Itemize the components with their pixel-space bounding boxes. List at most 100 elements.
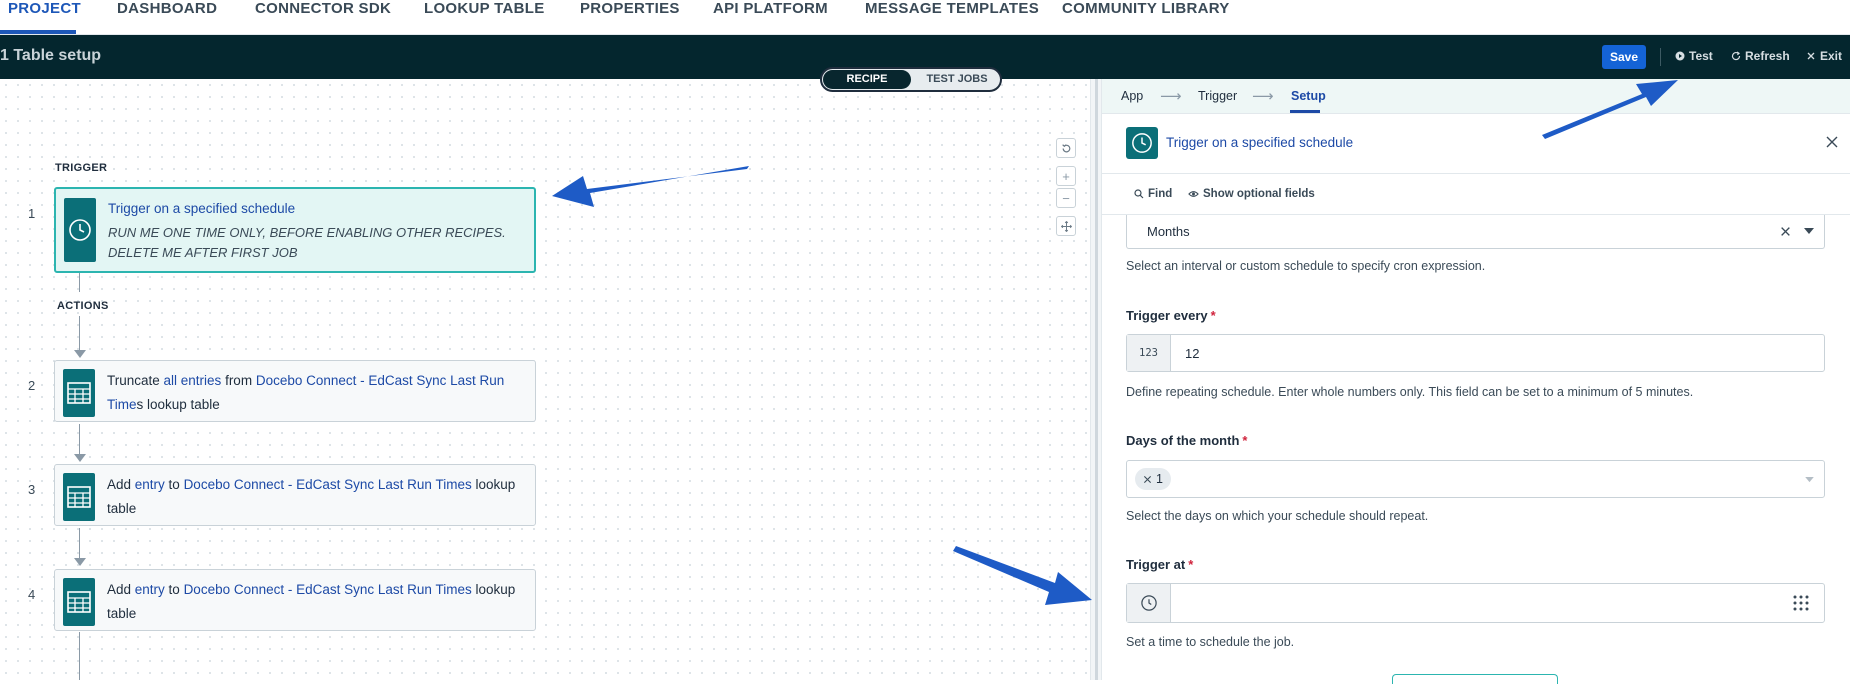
arrow-right-icon: ⟶ <box>1252 88 1274 105</box>
clock-icon <box>1126 127 1158 159</box>
test-button[interactable]: Test <box>1675 49 1713 63</box>
step-link[interactable]: Trigger on a specified schedule <box>108 201 295 216</box>
days-of-month-select[interactable]: 1 <box>1126 460 1825 498</box>
exit-button[interactable]: Exit <box>1806 49 1842 63</box>
connector-line <box>79 424 80 454</box>
time-type-icon <box>1127 584 1171 622</box>
step-text-part: Add <box>107 582 135 597</box>
remove-chip-icon[interactable] <box>1143 475 1152 484</box>
nav-api-platform[interactable]: API PLATFORM <box>713 0 828 18</box>
step-link[interactable]: Docebo Connect - EdCast Sync Last Run Ti… <box>184 582 472 597</box>
step-text: Add entry to Docebo Connect - EdCast Syn… <box>107 578 525 626</box>
trigger-every-input[interactable]: 123 12 <box>1126 334 1825 372</box>
step-card-action[interactable]: Add entry to Docebo Connect - EdCast Syn… <box>54 464 536 526</box>
nav-project[interactable]: PROJECT <box>8 0 81 18</box>
step-link[interactable]: entry <box>135 477 165 492</box>
resize-grip <box>1095 79 1098 680</box>
tab-recipe[interactable]: RECIPE <box>823 70 911 89</box>
top-nav: PROJECT DASHBOARD CONNECTOR SDK LOOKUP T… <box>0 0 1850 35</box>
move-icon <box>1060 220 1072 232</box>
step-link[interactable]: all entries <box>164 373 222 388</box>
reset-zoom-button[interactable] <box>1056 138 1076 158</box>
schedule-select[interactable]: Months <box>1126 215 1825 249</box>
fit-view-button[interactable] <box>1056 216 1076 236</box>
step-card-action[interactable]: Truncate all entries from Docebo Connect… <box>54 360 536 422</box>
step-number: 2 <box>28 378 36 393</box>
clear-icon[interactable] <box>1780 226 1791 237</box>
nav-connector-sdk[interactable]: CONNECTOR SDK <box>255 0 391 18</box>
close-icon[interactable] <box>1824 134 1840 150</box>
nav-community-library[interactable]: COMMUNITY LIBRARY <box>1062 0 1230 18</box>
connector-line <box>79 632 80 680</box>
find-button[interactable]: Find <box>1134 188 1172 200</box>
number-type-label: 123 <box>1139 347 1158 359</box>
connector-arrow <box>74 350 86 358</box>
crumb-setup[interactable]: Setup <box>1291 89 1326 103</box>
clock-icon <box>1140 595 1157 611</box>
zoom-controls: + − <box>1056 138 1076 238</box>
trigger-at-input[interactable] <box>1126 583 1825 623</box>
nav-dashboard[interactable]: DASHBOARD <box>117 0 217 18</box>
trigger-every-label-text: Trigger every <box>1126 308 1208 323</box>
nav-lookup-table[interactable]: LOOKUP TABLE <box>424 0 545 18</box>
close-icon <box>1807 52 1815 60</box>
step-text-part: s lookup table <box>136 397 220 412</box>
zoom-out-button[interactable]: − <box>1056 188 1076 208</box>
step-link[interactable]: Docebo Connect - EdCast Sync Last Run Ti… <box>184 477 472 492</box>
save-button[interactable]: Save <box>1602 45 1646 69</box>
tab-test-jobs[interactable]: TEST JOBS <box>914 70 1000 89</box>
trigger-every-help: Define repeating schedule. Enter whole n… <box>1126 385 1694 399</box>
show-optional-fields-button[interactable]: Show optional fields <box>1188 188 1315 200</box>
plus-icon: + <box>1062 168 1070 184</box>
panel-title: Trigger on a specified schedule <box>1166 135 1354 150</box>
optional-fields-label: Show optional fields <box>1203 188 1315 200</box>
step-text-part: Truncate <box>107 373 164 388</box>
step-description: RUN ME ONE TIME ONLY, BEFORE ENABLING OT… <box>108 225 506 260</box>
chevron-down-icon[interactable] <box>1804 228 1814 235</box>
table-icon <box>63 578 95 626</box>
chevron-down-icon[interactable] <box>1805 477 1814 483</box>
step-number: 1 <box>28 206 36 221</box>
actions-heading: ACTIONS <box>57 300 109 312</box>
eye-icon <box>1188 191 1199 197</box>
zoom-in-button[interactable]: + <box>1056 166 1076 186</box>
refresh-button[interactable]: Refresh <box>1731 49 1790 63</box>
trigger-heading: TRIGGER <box>55 162 108 174</box>
trigger-at-label-text: Trigger at <box>1126 557 1186 572</box>
step-link[interactable]: entry <box>135 582 165 597</box>
recipe-title: 1 Table setup <box>0 47 102 64</box>
panel-next-button-edge[interactable] <box>1392 674 1558 684</box>
step-text: Add entry to Docebo Connect - EdCast Syn… <box>107 473 525 521</box>
step-text-part: Add <box>107 477 135 492</box>
step-card-trigger[interactable]: Trigger on a specified schedule RUN ME O… <box>54 187 536 273</box>
nav-properties[interactable]: PROPERTIES <box>580 0 680 18</box>
header-separator <box>1660 48 1661 66</box>
days-of-month-label-text: Days of the month <box>1126 433 1240 448</box>
connector-line <box>79 528 80 558</box>
grid-picker-icon[interactable] <box>1792 594 1810 612</box>
trigger-every-label: Trigger every * <box>1126 308 1216 323</box>
trigger-at-label: Trigger at * <box>1126 557 1193 572</box>
day-chip-value: 1 <box>1156 472 1163 486</box>
step-card-action[interactable]: Add entry to Docebo Connect - EdCast Syn… <box>54 569 536 631</box>
step-number: 3 <box>28 482 36 497</box>
find-label: Find <box>1148 188 1173 200</box>
play-circle-icon <box>1675 51 1685 61</box>
panel-resize-handle[interactable] <box>1090 79 1102 680</box>
search-icon <box>1134 189 1144 199</box>
crumb-app[interactable]: App <box>1121 89 1143 103</box>
minus-icon: − <box>1062 190 1070 206</box>
test-label: Test <box>1689 49 1713 63</box>
refresh-icon <box>1731 51 1741 61</box>
table-icon <box>63 369 95 417</box>
exit-label: Exit <box>1820 49 1843 63</box>
nav-active-indicator <box>0 30 76 34</box>
undo-icon <box>1061 143 1070 152</box>
connector-line <box>79 272 80 292</box>
crumb-trigger[interactable]: Trigger <box>1198 89 1237 103</box>
connector-line <box>79 316 80 350</box>
step-text: Truncate all entries from Docebo Connect… <box>107 369 525 417</box>
nav-message-templates[interactable]: MESSAGE TEMPLATES <box>865 0 1039 18</box>
required-marker: * <box>1210 308 1216 323</box>
schedule-value: Months <box>1147 224 1190 239</box>
